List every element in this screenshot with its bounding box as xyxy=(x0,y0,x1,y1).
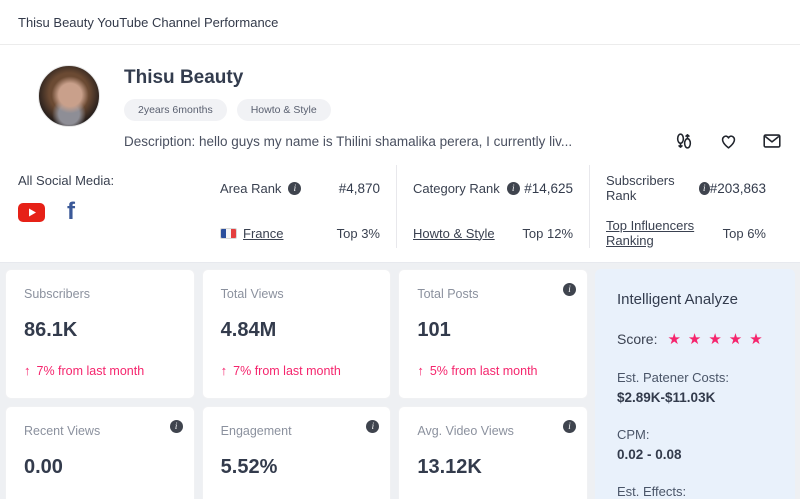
tag-list: 2years 6months Howto & Style xyxy=(124,99,572,121)
all-social-media: All Social Media: f xyxy=(18,165,204,248)
area-rank-link[interactable]: France xyxy=(220,226,301,241)
card-value: 13.12K xyxy=(417,456,569,479)
analyze-title: Intelligent Analyze xyxy=(617,291,773,308)
channel-name: Thisu Beauty xyxy=(124,67,572,89)
trend-up-icon: ↑ xyxy=(417,363,424,378)
total-posts-card: Total Posts 101 ↑ 5% from last month xyxy=(398,269,588,399)
info-icon[interactable] xyxy=(366,416,379,434)
envelope-icon xyxy=(761,130,783,152)
card-trend: ↑ 7% from last month xyxy=(24,363,176,378)
page-title: Thisu Beauty YouTube Channel Performance xyxy=(18,15,278,30)
card-value: 86.1K xyxy=(24,319,176,342)
card-label: Engagement xyxy=(221,424,373,438)
card-label: Subscribers xyxy=(24,287,176,301)
card-value: 4.84M xyxy=(221,319,373,342)
subscribers-rank-value: #203,863 xyxy=(710,181,766,196)
tag-category: Howto & Style xyxy=(237,99,331,121)
category-rank-value: #14,625 xyxy=(520,181,573,196)
star-rating-icon: ★★★★★ xyxy=(667,330,769,348)
subscribers-rank-label: Subscribers Rank xyxy=(606,173,710,203)
message-button[interactable] xyxy=(760,129,784,153)
subscribers-rank-link[interactable]: Top Influencers Ranking xyxy=(606,218,710,248)
youtube-icon[interactable] xyxy=(18,203,45,222)
category-rank-percent: Top 12% xyxy=(520,226,573,241)
info-icon[interactable] xyxy=(563,279,576,297)
area-rank-percent: Top 3% xyxy=(301,226,380,241)
card-value: 101 xyxy=(417,319,569,342)
info-icon[interactable] xyxy=(507,182,520,195)
patener-costs-value: $2.89K-$11.03K xyxy=(617,390,773,405)
stats-grid: Subscribers 86.1K ↑ 7% from last month T… xyxy=(0,262,800,499)
cpm-label: CPM: xyxy=(617,427,773,442)
card-value: 5.52% xyxy=(221,456,373,479)
area-rank-value: #4,870 xyxy=(301,181,380,196)
page-header: Thisu Beauty YouTube Channel Performance xyxy=(0,0,800,45)
subscribers-card: Subscribers 86.1K ↑ 7% from last month xyxy=(5,269,195,399)
facebook-icon[interactable]: f xyxy=(67,202,75,222)
subscribers-rank-block: Subscribers Rank #203,863 Top Influencer… xyxy=(589,165,782,248)
area-rank-label: Area Rank xyxy=(220,181,301,196)
score-label: Score: xyxy=(617,331,657,347)
trend-up-icon: ↑ xyxy=(24,363,31,378)
intelligent-analyze-panel: Intelligent Analyze Score: ★★★★★ Est. Pa… xyxy=(595,269,795,499)
compare-icon xyxy=(673,130,695,152)
avatar xyxy=(38,65,100,127)
info-icon[interactable] xyxy=(699,182,710,195)
area-rank-block: Area Rank #4,870 France Top 3% xyxy=(204,165,396,248)
info-icon[interactable] xyxy=(288,182,301,195)
patener-costs-label: Est. Patener Costs: xyxy=(617,370,773,385)
france-flag-icon xyxy=(220,228,237,239)
score-row: Score: ★★★★★ xyxy=(617,330,773,348)
category-rank-link[interactable]: Howto & Style xyxy=(413,226,520,241)
card-trend: ↑ 5% from last month xyxy=(417,363,569,378)
cpm-value: 0.02 - 0.08 xyxy=(617,447,773,462)
avg-video-views-card: Avg. Video Views 13.12K ↑ 23.25% from la… xyxy=(398,406,588,499)
profile-section: Thisu Beauty 2years 6months Howto & Styl… xyxy=(0,45,800,163)
recent-views-card: Recent Views 0.00 Last 30 days xyxy=(5,406,195,499)
profile-actions xyxy=(672,129,784,153)
total-views-card: Total Views 4.84M ↑ 7% from last month xyxy=(202,269,392,399)
rank-row: All Social Media: f Area Rank #4,870 Fra… xyxy=(0,163,800,262)
card-label: Recent Views xyxy=(24,424,176,438)
channel-description: Description: hello guys my name is Thili… xyxy=(124,134,572,149)
card-label: Total Views xyxy=(221,287,373,301)
card-trend: ↑ 7% from last month xyxy=(221,363,373,378)
card-label: Total Posts xyxy=(417,287,569,301)
trend-up-icon: ↑ xyxy=(221,363,228,378)
heart-icon xyxy=(717,130,740,152)
subscribers-rank-percent: Top 6% xyxy=(710,226,766,241)
info-icon[interactable] xyxy=(563,416,576,434)
engagement-card: Engagement 5.52% ↓ Lower than average xyxy=(202,406,392,499)
all-social-media-label: All Social Media: xyxy=(18,173,204,188)
info-icon[interactable] xyxy=(170,416,183,434)
favorite-button[interactable] xyxy=(716,129,740,153)
effects-label: Est. Effects: xyxy=(617,484,773,499)
category-rank-label: Category Rank xyxy=(413,181,520,196)
card-label: Avg. Video Views xyxy=(417,424,569,438)
profile-info: Thisu Beauty 2years 6months Howto & Styl… xyxy=(124,65,572,149)
tag-channel-age: 2years 6months xyxy=(124,99,227,121)
category-rank-block: Category Rank #14,625 Howto & Style Top … xyxy=(396,165,589,248)
compare-button[interactable] xyxy=(672,129,696,153)
card-value: 0.00 xyxy=(24,456,176,479)
